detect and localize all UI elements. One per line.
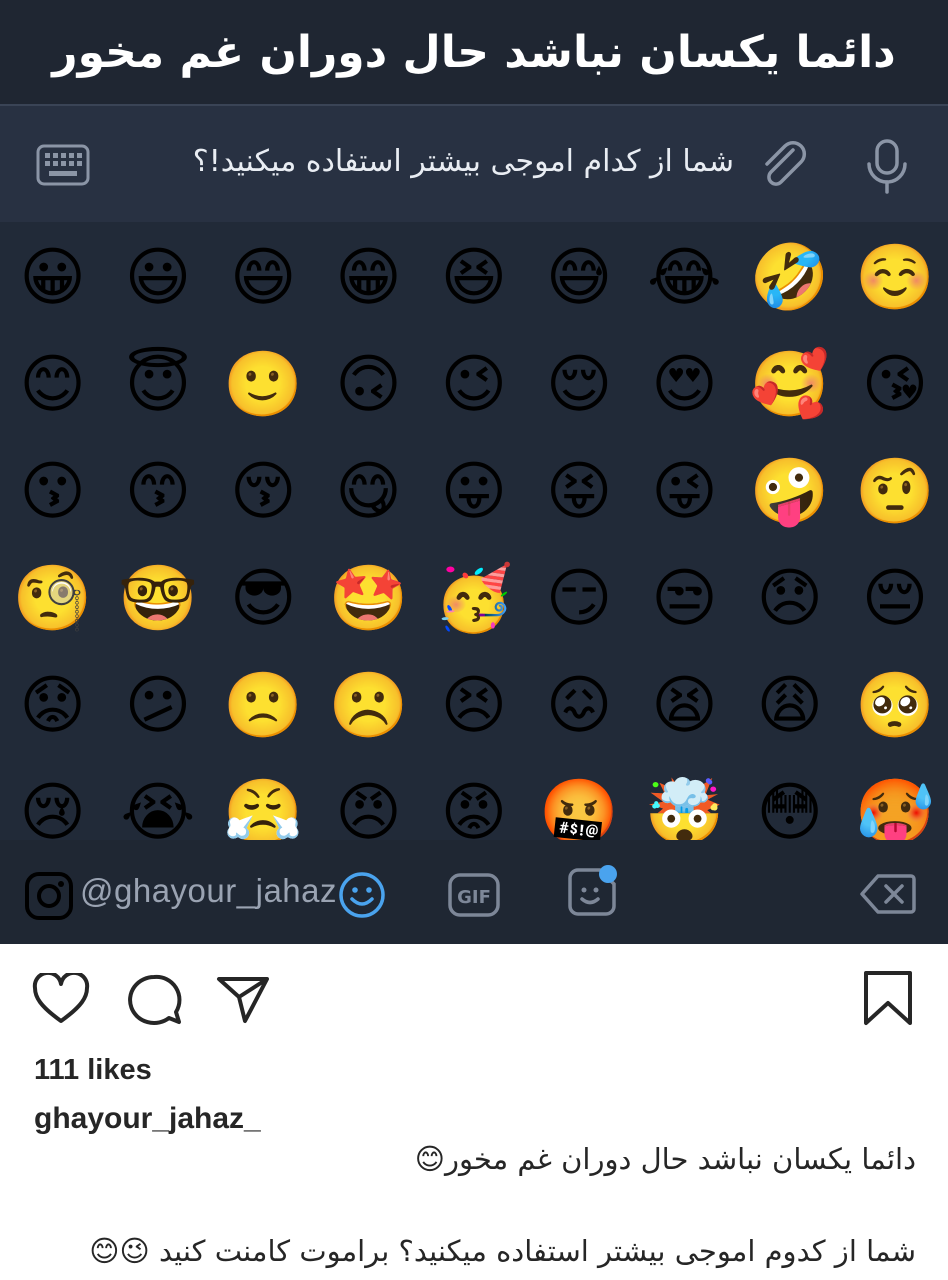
emoji-key[interactable]: 🤬 [539, 773, 619, 841]
emoji-key[interactable]: 🤓 [118, 559, 198, 639]
emoji-key[interactable]: 😛 [434, 452, 514, 532]
gif-tab-button[interactable]: GIF [448, 873, 500, 917]
likes-count[interactable]: 111 likes [34, 1054, 152, 1087]
emoji-key[interactable]: 😟 [13, 666, 93, 746]
emoji-key[interactable]: 🤣 [750, 238, 830, 318]
emoji-key[interactable]: 😀 [13, 238, 93, 318]
comment-icon[interactable] [125, 973, 183, 1029]
emoji-key[interactable]: 😤 [223, 773, 303, 841]
emoji-key[interactable]: 😏 [539, 559, 619, 639]
emoji-key[interactable]: 😣 [434, 666, 514, 746]
emoji-key[interactable]: 😡 [434, 773, 514, 841]
emoji-key[interactable]: 😂 [644, 238, 724, 318]
emoji-key[interactable]: 🙁 [223, 666, 303, 746]
emoji-key[interactable]: 🤯 [644, 773, 725, 841]
instagram-logo-icon [25, 872, 73, 920]
emoji-key[interactable]: 😇 [118, 345, 198, 425]
emoji-key[interactable]: 😊 [13, 345, 93, 425]
emoji-key[interactable]: ☺️ [855, 238, 935, 318]
emoji-key[interactable]: 🙃 [329, 345, 409, 425]
emoji-grid: 😀 😃 😄 😁 😆 😅 😂 🤣 ☺️ 😊 😇 🙂 🙃 😉 😌 😍 🥰 😘 😗 😙 😚 😋 😛 😝 😜 🤪 🤨 🧐 🤓 😎 🤩 🥳 😏 😒 😞 😔 😟 😕 🙁… [0, 222, 948, 841]
emoji-key[interactable]: 😫 [644, 666, 724, 746]
emoji-key[interactable]: 😎 [223, 559, 303, 639]
banner-title: دائما یکسان نباشد حال دوران غم مخور [52, 26, 896, 78]
emoji-key[interactable]: 🥳 [434, 559, 514, 639]
emoji-keyboard-bottom-bar: @ghayour_jahaz GIF [0, 840, 948, 944]
like-heart-icon[interactable] [32, 973, 90, 1025]
save-bookmark-icon[interactable] [862, 970, 914, 1026]
instagram-handle: @ghayour_jahaz [80, 872, 337, 909]
emoji-tab-icon[interactable] [337, 870, 387, 920]
emoji-key[interactable]: 😋 [329, 452, 409, 532]
caption-line-1: دائما یکسان نباشد حال دوران غم مخور😊 [414, 1142, 916, 1176]
emoji-key[interactable]: 😆 [434, 238, 514, 318]
emoji-key[interactable]: 😅 [539, 238, 619, 318]
emoji-key[interactable]: 😝 [539, 452, 619, 532]
emoji-key[interactable]: 😚 [223, 452, 303, 532]
emoji-key[interactable]: 😜 [644, 452, 724, 532]
emoji-key[interactable]: 🙂 [223, 345, 303, 425]
microphone-icon[interactable] [864, 138, 910, 196]
emoji-key[interactable]: ☹️ [329, 666, 409, 746]
emoji-key[interactable]: 🤩 [329, 559, 409, 639]
composer-message-text[interactable]: شما از کدام اموجی بیشتر استفاده میکنید!؟ [193, 144, 734, 179]
emoji-key[interactable]: 😭 [118, 773, 198, 841]
emoji-key[interactable]: 😠 [329, 773, 409, 841]
emoji-key[interactable]: 🥵 [855, 773, 935, 841]
emoji-key[interactable]: 😖 [539, 666, 619, 746]
attachment-icon[interactable] [757, 140, 809, 192]
emoji-key[interactable]: 😔 [855, 559, 935, 639]
emoji-key[interactable]: 🤨 [855, 452, 935, 532]
emoji-panel: 😀 😃 😄 😁 😆 😅 😂 🤣 ☺️ 😊 😇 🙂 🙃 😉 😌 😍 🥰 😘 😗 😙 😚 😋 😛 😝 😜 🤪 🤨 🧐 🤓 😎 🤩 🥳 😏 😒 😞 😔 😟 😕 🙁… [0, 222, 948, 840]
emoji-key[interactable]: 😞 [750, 559, 830, 639]
emoji-key[interactable]: 😕 [118, 666, 198, 746]
emoji-key[interactable]: 😉 [434, 345, 514, 425]
keyboard-icon[interactable] [36, 144, 90, 186]
emoji-key[interactable]: 😩 [750, 666, 830, 746]
share-send-icon[interactable] [215, 973, 271, 1025]
emoji-key[interactable]: 😄 [223, 238, 303, 318]
instagram-post-footer: 111 likes ghayour_jahaz_ دائما یکسان نبا… [0, 944, 948, 1280]
emoji-key[interactable]: 😃 [118, 238, 198, 318]
emoji-key[interactable]: 😌 [539, 345, 619, 425]
emoji-key[interactable]: 🥰 [750, 345, 830, 425]
gif-label: GIF [457, 887, 491, 908]
emoji-key[interactable]: 😢 [13, 773, 93, 841]
emoji-key[interactable]: 😁 [329, 238, 409, 318]
emoji-key[interactable]: 😙 [118, 452, 198, 532]
caption-line-2: شما از کدوم اموجی بیشتر استفاده میکنید؟ … [89, 1234, 916, 1268]
emoji-key[interactable]: 😍 [644, 345, 724, 425]
emoji-key[interactable]: 😗 [13, 452, 93, 532]
emoji-key[interactable]: 😳 [750, 773, 830, 841]
emoji-key[interactable]: 😒 [644, 559, 724, 639]
message-composer: شما از کدام اموجی بیشتر استفاده میکنید!؟ [0, 104, 948, 224]
post-username[interactable]: ghayour_jahaz_ [34, 1102, 261, 1136]
backspace-icon[interactable] [860, 873, 916, 915]
emoji-key[interactable]: 😘 [855, 345, 935, 425]
emoji-key[interactable]: 🤪 [750, 452, 830, 532]
emoji-key[interactable]: 🥺 [855, 666, 935, 746]
top-banner: دائما یکسان نباشد حال دوران غم مخور [0, 0, 948, 104]
sticker-tab-icon[interactable] [562, 864, 622, 924]
emoji-key[interactable]: 🧐 [13, 559, 93, 639]
